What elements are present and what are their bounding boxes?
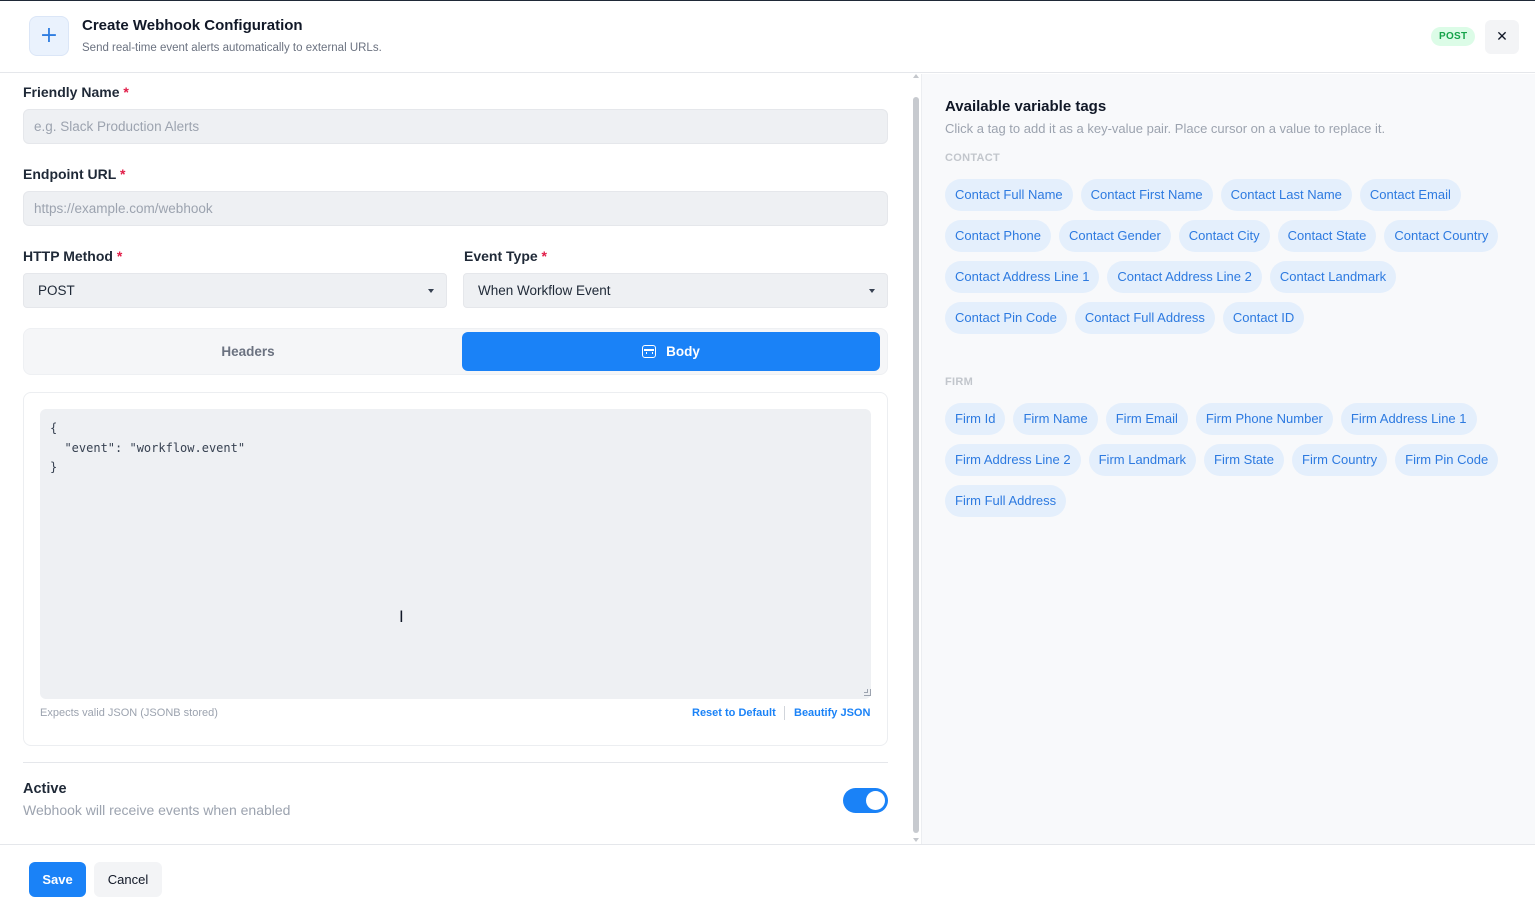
cancel-button[interactable]: Cancel	[94, 862, 162, 897]
firm-tag[interactable]: Firm Address Line 1	[1340, 403, 1477, 435]
caret-down-icon	[428, 289, 434, 293]
contact-tag[interactable]: Contact Last Name	[1220, 179, 1352, 211]
firm-tag[interactable]: Firm Country	[1292, 444, 1388, 476]
active-title: Active	[23, 781, 67, 797]
contact-tag[interactable]: Contact State	[1277, 220, 1377, 252]
contact-tags-list: Contact Full Name Contact First Name Conta…	[945, 179, 1515, 334]
firm-tag[interactable]: Firm Landmark	[1088, 444, 1197, 476]
contact-tag[interactable]: Contact ID	[1222, 302, 1305, 334]
http-method-select[interactable]: POST	[23, 273, 447, 308]
reset-to-default-link[interactable]: Reset to Default	[692, 707, 776, 719]
body-card: { "event": "workflow.event" } I Expects …	[23, 392, 888, 746]
contact-tag[interactable]: Contact Address Line 2	[1107, 261, 1262, 293]
code-window-icon	[642, 345, 657, 358]
friendly-name-label: Friendly Name *	[23, 84, 129, 100]
variable-tags-panel: Available variable tags Click a tag to a…	[921, 74, 1535, 844]
scroll-up-arrow-icon[interactable]	[913, 74, 919, 78]
contact-tag[interactable]: Contact First Name	[1080, 179, 1213, 211]
beautify-json-link[interactable]: Beautify JSON	[794, 707, 870, 719]
contact-tag[interactable]: Contact City	[1178, 220, 1270, 252]
http-method-value: POST	[38, 283, 75, 298]
contact-tag[interactable]: Contact Full Address	[1074, 302, 1215, 334]
page-subtitle: Send real-time event alerts automaticall…	[82, 42, 382, 54]
form-scrollbar[interactable]	[912, 74, 920, 844]
firm-tag[interactable]: Firm State	[1204, 444, 1284, 476]
contact-tag[interactable]: Contact Full Name	[945, 179, 1073, 211]
http-method-label: HTTP Method *	[23, 248, 123, 264]
firm-tag[interactable]: Firm Address Line 2	[945, 444, 1081, 476]
tab-body-label: Body	[666, 344, 700, 359]
contact-tag[interactable]: Contact Landmark	[1269, 261, 1397, 293]
active-toggle[interactable]	[843, 788, 888, 813]
scroll-thumb[interactable]	[913, 97, 919, 833]
firm-tag[interactable]: Firm Pin Code	[1395, 444, 1499, 476]
page-title: Create Webhook Configuration	[82, 17, 303, 34]
contact-tag[interactable]: Contact Country	[1384, 220, 1499, 252]
tab-body[interactable]: Body	[462, 332, 880, 371]
firm-section-heading: FIRM	[945, 376, 974, 388]
event-type-label: Event Type *	[464, 248, 547, 264]
endpoint-url-label: Endpoint URL *	[23, 166, 126, 182]
firm-tag[interactable]: Firm Phone Number	[1195, 403, 1333, 435]
webhook-form: Friendly Name * e.g. Slack Production Al…	[0, 74, 921, 844]
toggle-knob	[866, 791, 885, 810]
contact-section-heading: CONTACT	[945, 152, 1001, 164]
firm-tag[interactable]: Firm Name	[1013, 403, 1098, 435]
caret-down-icon	[869, 289, 875, 293]
contact-tag[interactable]: Contact Address Line 1	[945, 261, 1100, 293]
event-type-select[interactable]: When Workflow Event	[463, 273, 888, 308]
firm-tag[interactable]: Firm Id	[945, 403, 1006, 435]
modal-footer: Save Cancel	[0, 844, 1535, 912]
section-divider	[23, 762, 888, 763]
tab-headers[interactable]: Headers	[24, 329, 472, 374]
modal-header: + Create Webhook Configuration Send real…	[0, 1, 1535, 73]
contact-tag[interactable]: Contact Gender	[1059, 220, 1171, 252]
firm-tag[interactable]: Firm Email	[1105, 403, 1188, 435]
plus-icon: +	[29, 16, 69, 56]
link-divider	[784, 706, 785, 720]
firm-tag[interactable]: Firm Full Address	[945, 485, 1067, 517]
close-button[interactable]: ✕	[1485, 20, 1519, 54]
text-cursor-icon: I	[399, 607, 404, 626]
friendly-name-input[interactable]: e.g. Slack Production Alerts	[23, 109, 888, 144]
save-button[interactable]: Save	[29, 862, 86, 897]
close-icon: ✕	[1496, 29, 1508, 45]
endpoint-url-input[interactable]: https://example.com/webhook	[23, 191, 888, 226]
contact-tag[interactable]: Contact Email	[1359, 179, 1461, 211]
json-hint: Expects valid JSON (JSONB stored)	[40, 707, 218, 719]
event-type-value: When Workflow Event	[478, 283, 611, 298]
json-body-editor[interactable]: { "event": "workflow.event" }	[40, 409, 871, 699]
firm-tags-list: Firm Id Firm Name Firm Email Firm Phone Num…	[945, 403, 1515, 517]
scroll-down-arrow-icon[interactable]	[913, 838, 919, 842]
contact-tag[interactable]: Contact Phone	[945, 220, 1052, 252]
resize-handle-icon[interactable]	[864, 689, 871, 696]
method-badge: POST	[1431, 27, 1476, 46]
active-description: Webhook will receive events when enabled	[23, 802, 291, 818]
request-tabs: Headers Body	[23, 328, 888, 375]
tags-panel-subtitle: Click a tag to add it as a key-value pai…	[945, 121, 1386, 136]
tags-panel-title: Available variable tags	[945, 98, 1107, 115]
contact-tag[interactable]: Contact Pin Code	[945, 302, 1067, 334]
